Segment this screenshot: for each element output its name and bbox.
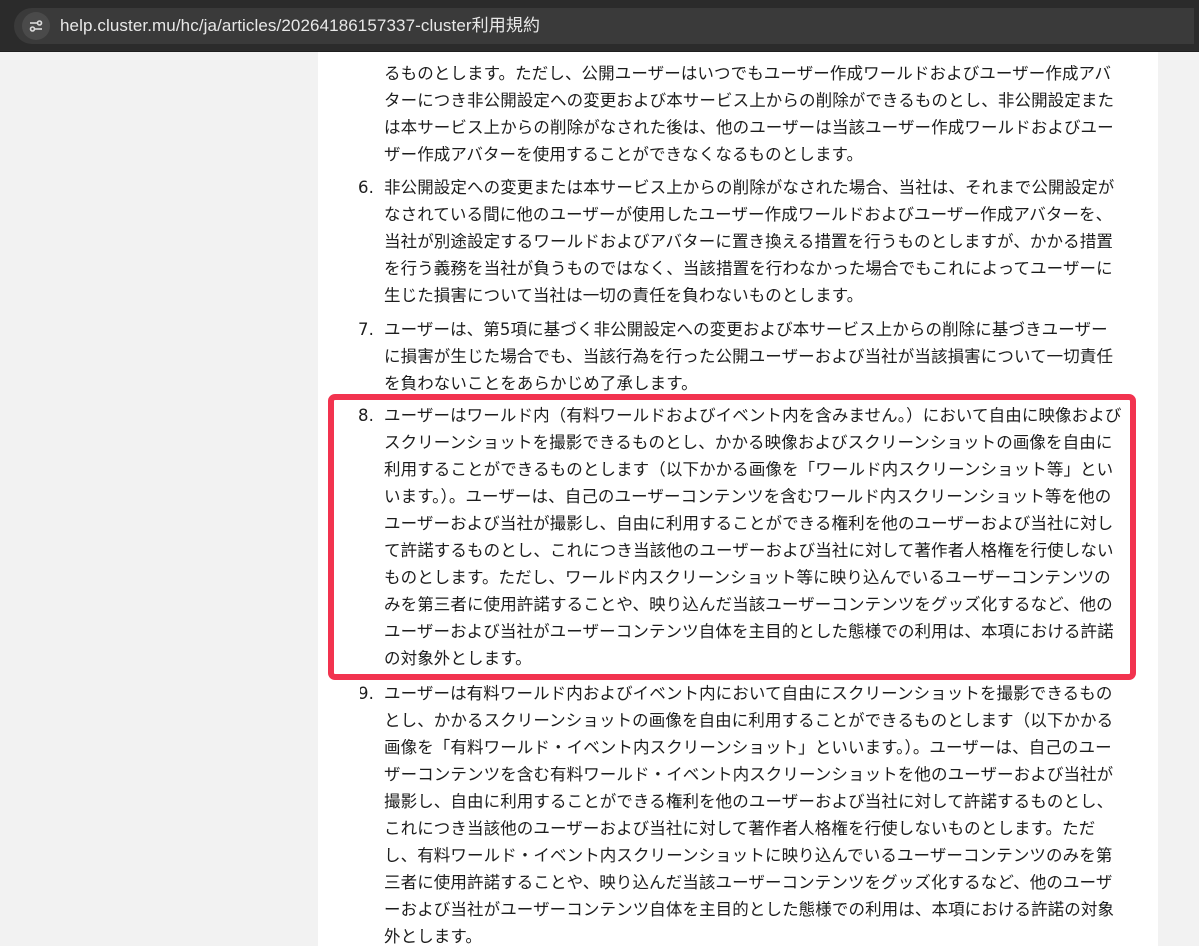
list-item-8: 8. ユーザーはワールド内（有料ワールドおよびイベント内を含みません。）において… [358,402,1124,672]
site-settings-icon[interactable] [22,12,50,40]
text-line: し、有料ワールド・イベント内スクリーンショットに映り込んでいるユーザーコンテンツ… [384,846,1113,865]
text-line: みを第三者に使用許諾することや、映り込んだ当該ユーザーコンテンツをグッズ化するな… [384,595,1113,614]
text-line: 利用することができるものとします（以下かかる画像を「ワールド内スクリーンショット… [384,460,1114,479]
list-item-9: 9. ユーザーは有料ワールド内およびイベント内において自由にスクリーンショットを… [360,684,1124,946]
text-line: ユーザーおよび当社が撮影し、自由に利用することができる権利を他のユーザーおよび当… [384,514,1114,533]
text-line: 生じた損害について当社は一切の責任を負わないものとします。 [384,286,864,305]
text-line: スクリーンショットを撮影できるものとし、かかる映像およびスクリーンショットの画像… [384,433,1113,452]
list-number: 8. [358,406,374,425]
list-number: 9. [360,684,374,703]
text-line: ザー作成アバターを使用することができなくなるものとします。 [384,145,864,164]
item-9-region: 9. ユーザーは有料ワールド内およびイベント内において自由にスクリーンショットを… [360,684,1140,946]
text-line: て許諾するものとし、これにつき当該他のユーザーおよび当社に対して著作者人格権を行… [384,541,1114,560]
text-line: 当社が別途設定するワールドおよびアバターに置き換える措置を行うものとしますが、か… [384,232,1113,251]
text-line: なされている間に他のユーザーが使用したユーザー作成ワールドおよびユーザー作成アバ… [384,205,1113,224]
text-line: るものとします。ただし、公開ユーザーはいつでもユーザー作成ワールドおよびユーザー… [384,64,1112,83]
page-viewport: るものとします。ただし、公開ユーザーはいつでもユーザー作成ワールドおよびユーザー… [0,52,1199,946]
text-line: を行う義務を当社が負うものではなく、当該措置を行わなかった場合でもこれによってユ… [384,259,1113,278]
text-line: ユーザーはワールド内（有料ワールドおよびイベント内を含みません。）において自由に… [384,406,1122,425]
text-line: ターにつき非公開設定への変更および本サービス上からの削除ができるものとし、非公開… [384,91,1115,110]
text-line: これにつき当該他のユーザーおよび当社に対して著作者人格権を行使しないものとします… [384,819,1096,838]
text-line: 三者に使用許諾することや、映り込んだ当該ユーザーコンテンツをグッズ化するなど、他… [384,873,1113,892]
text-line: に損害が生じた場合でも、当該行為を行った公開ユーザーおよび当社が当該損害について… [384,347,1114,366]
text-line: 画像を「有料ワールド・イベント内スクリーンショット」といいます。）。ユーザーは、… [384,738,1112,757]
list-number: 7. [358,320,374,339]
text-line: ザーコンテンツを含む有料ワールド・イベント内スクリーンショットを他のユーザーおよ… [384,765,1114,784]
list-item-7: 7. ユーザーは、第5項に基づく非公開設定への変更および本サービス上からの削除に… [358,316,1124,397]
text-line: ユーザーは有料ワールド内およびイベント内において自由にスクリーンショットを撮影で… [384,684,1113,703]
text-line: ユーザーは、第5項に基づく非公開設定への変更および本サービス上からの削除に基づき… [384,320,1108,339]
text-line: を負わないことをあらかじめ了承します。 [384,374,698,393]
browser-toolbar: help.cluster.mu/hc/ja/articles/202641861… [0,0,1199,52]
list-item-6: 6. 非公開設定への変更または本サービス上からの削除がなされた場合、当社は、それ… [358,174,1124,309]
text-line: 非公開設定への変更または本サービス上からの削除がなされた場合、当社は、それまで公… [384,178,1115,197]
text-line: ユーザーおよび当社がユーザーコンテンツ自体を主目的とした態様での利用は、本項にお… [384,622,1114,641]
list-number: 6. [358,178,374,197]
text-line: は本サービス上からの削除がなされた後は、他のユーザーは当該ユーザー作成ワールドお… [384,118,1114,137]
text-line: 撮影し、自由に利用することができる権利を他のユーザーおよび当社に対して許諾するも… [384,792,1114,811]
text-line: の対象外とします。 [384,649,532,668]
item-5-tail: るものとします。ただし、公開ユーザーはいつでもユーザー作成ワールドおよびユーザー… [384,60,1124,168]
text-line: ーおよび当社がユーザーコンテンツ自体を主目的とした態様での利用は、本項における許… [384,900,1115,919]
text-line: とし、かかるスクリーンショットの画像を自由に利用することができるものとします（以… [384,711,1114,730]
text-line: ものとします。ただし、ワールド内スクリーンショット等に映り込んでいるユーザーコン… [384,568,1111,587]
text-line: います。）。ユーザーは、自己のユーザーコンテンツを含むワールド内スクリーンショッ… [384,487,1112,506]
url-text[interactable]: help.cluster.mu/hc/ja/articles/202641861… [60,14,540,38]
text-line: 外とします。 [384,927,482,946]
